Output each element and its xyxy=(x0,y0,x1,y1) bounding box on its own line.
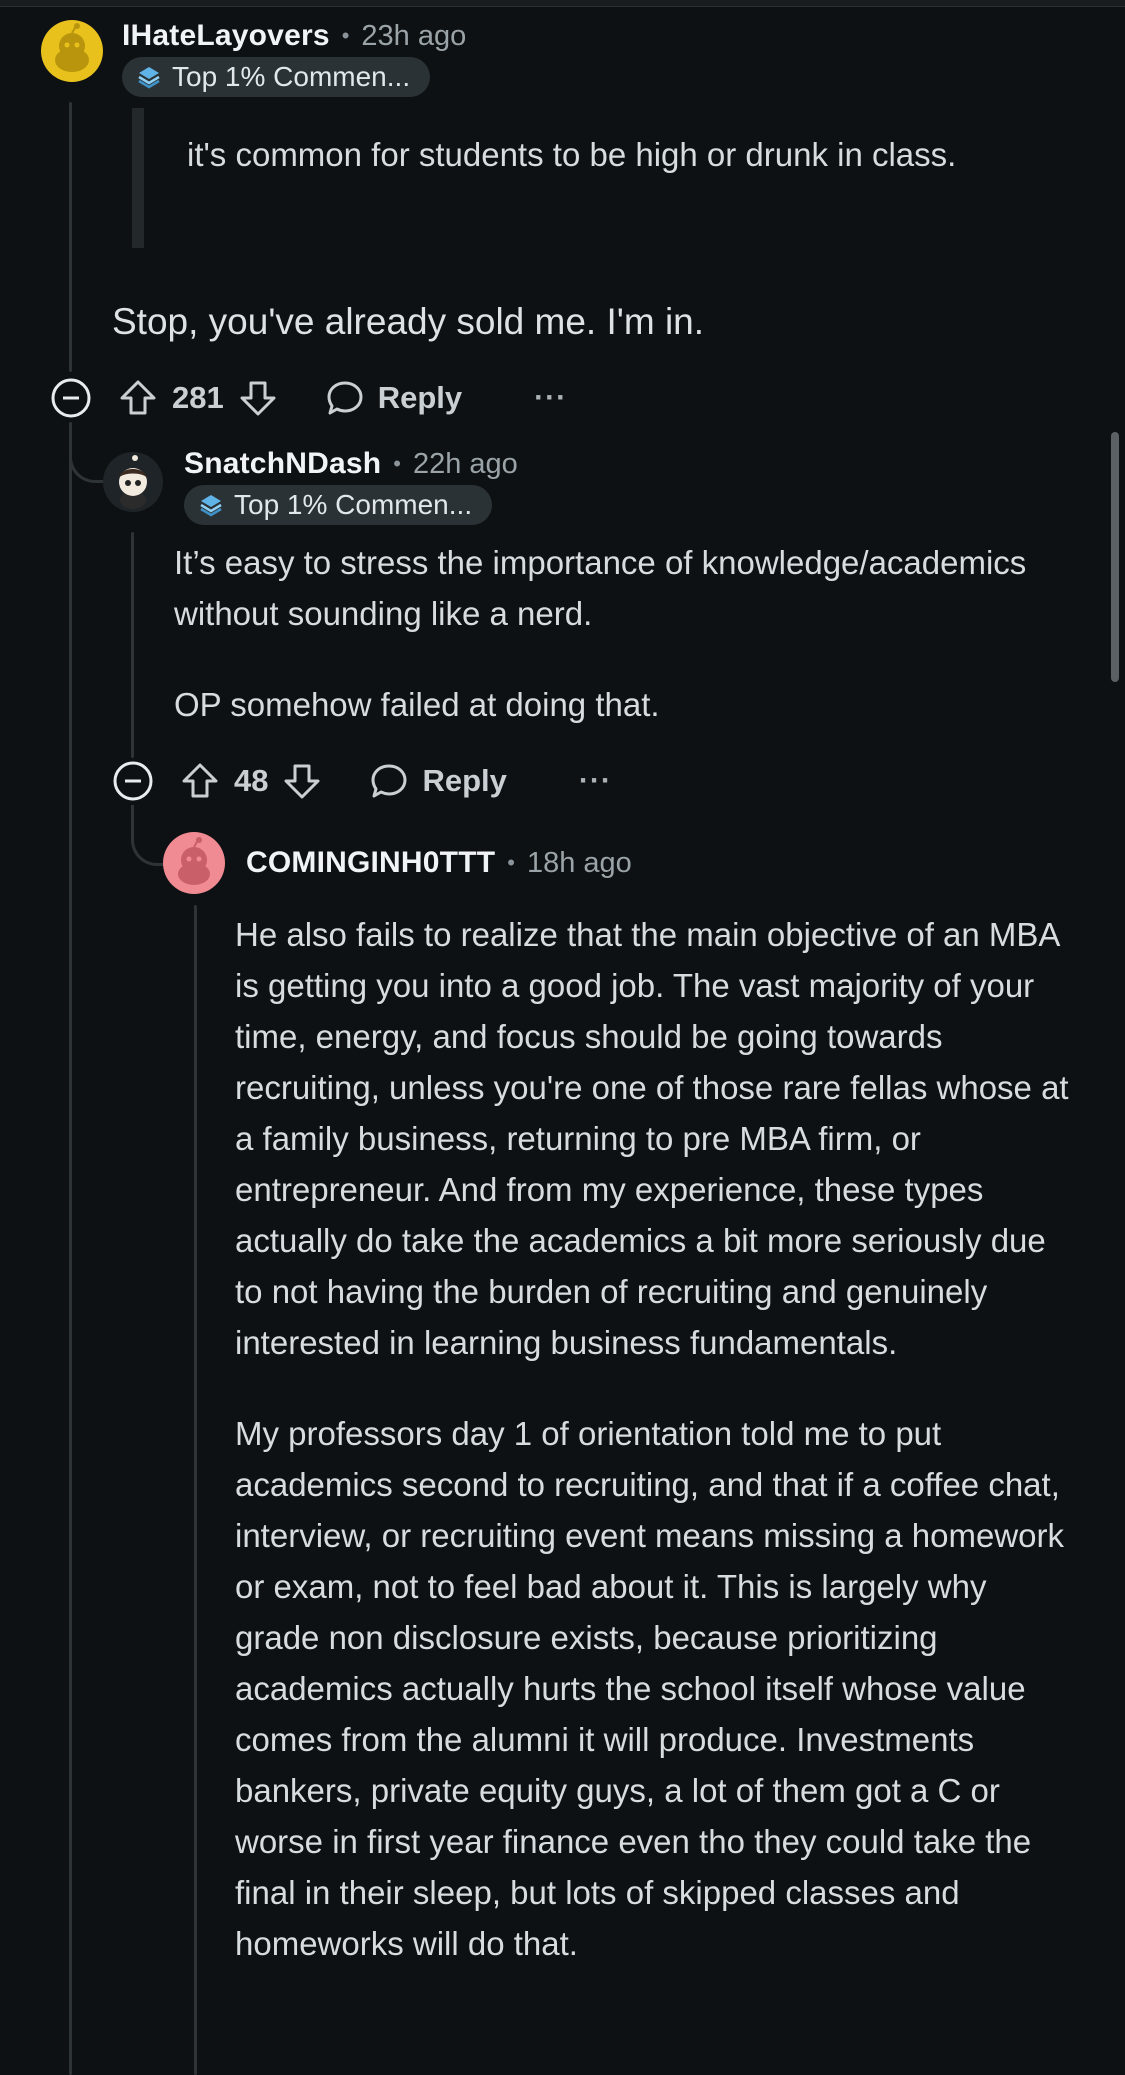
reply-label: Reply xyxy=(422,763,507,798)
body-paragraph: He also fails to realize that the main o… xyxy=(235,916,1069,1361)
downvote-icon[interactable] xyxy=(238,378,278,418)
flair-text: Top 1% Commen... xyxy=(234,489,473,520)
upvote-icon[interactable] xyxy=(118,378,158,418)
snoo-icon xyxy=(119,455,147,509)
reply-icon xyxy=(326,379,364,417)
thread-line xyxy=(131,532,134,758)
snoo-icon xyxy=(178,837,210,885)
reply-button[interactable]: Reply xyxy=(326,379,462,417)
username[interactable]: IHateLayovers xyxy=(122,19,330,53)
timestamp: 22h ago xyxy=(412,447,518,480)
snoo-icon xyxy=(55,23,89,72)
quote-paragraph: it's common for students to be high or d… xyxy=(187,136,957,173)
avatar[interactable] xyxy=(103,452,163,512)
comment-thread: IHateLayovers • 23h ago Top 1% Commen...… xyxy=(0,0,1125,2075)
flair-text: Top 1% Commen... xyxy=(172,61,411,92)
more-options-button[interactable]: ··· xyxy=(534,381,567,415)
downvote-icon[interactable] xyxy=(282,761,322,801)
thread-connector xyxy=(69,440,108,483)
comment-header: SnatchNDash • 22h ago xyxy=(184,444,518,484)
vote-count: 48 xyxy=(234,763,269,798)
reply-button[interactable]: Reply xyxy=(370,762,507,800)
scrollbar[interactable] xyxy=(1111,432,1119,682)
separator-dot: • xyxy=(507,850,515,875)
comment-body: He also fails to realize that the main o… xyxy=(235,909,1077,1969)
username[interactable]: COMINGINH0TTT xyxy=(246,846,495,880)
separator-dot: • xyxy=(393,451,401,476)
thread-line xyxy=(69,102,72,372)
collapse-icon[interactable] xyxy=(112,760,154,802)
top-bar-edge xyxy=(0,0,1125,7)
collapse-icon[interactable] xyxy=(50,377,92,419)
flair-icon xyxy=(136,64,162,90)
body-paragraph: Stop, you've already sold me. I'm in. xyxy=(112,301,705,342)
user-flair: Top 1% Commen... xyxy=(122,57,431,97)
body-paragraph: It’s easy to stress the importance of kn… xyxy=(174,544,1027,632)
vote-count: 281 xyxy=(172,380,224,415)
thread-line xyxy=(69,422,72,2075)
timestamp: 18h ago xyxy=(526,846,632,879)
body-paragraph: My professors day 1 of orientation told … xyxy=(235,1415,1065,1962)
comment-header: IHateLayovers • 23h ago xyxy=(122,16,466,56)
body-paragraph: OP somehow failed at doing that. xyxy=(174,686,660,723)
comment-body: It’s easy to stress the importance of kn… xyxy=(174,537,1054,730)
thread-line xyxy=(194,905,197,2075)
blockquote-bar xyxy=(132,108,144,248)
upvote-icon[interactable] xyxy=(180,761,220,801)
timestamp: 23h ago xyxy=(361,19,467,52)
reply-label: Reply xyxy=(377,380,463,415)
more-options-button[interactable]: ··· xyxy=(579,764,612,798)
avatar[interactable] xyxy=(163,832,225,894)
comment-actions: 281 Reply ··· xyxy=(50,376,567,420)
comment-actions: 48 Reply ··· xyxy=(112,759,612,803)
avatar[interactable] xyxy=(41,20,103,82)
username[interactable]: SnatchNDash xyxy=(184,447,381,481)
comment-body: Stop, you've already sold me. I'm in. xyxy=(112,296,1072,347)
comment-header: COMINGINH0TTT • 18h ago xyxy=(246,843,632,883)
flair-icon xyxy=(198,492,224,518)
quoted-text: it's common for students to be high or d… xyxy=(187,129,1007,180)
user-flair: Top 1% Commen... xyxy=(184,485,493,525)
reply-icon xyxy=(370,762,408,800)
separator-dot: • xyxy=(341,23,350,48)
